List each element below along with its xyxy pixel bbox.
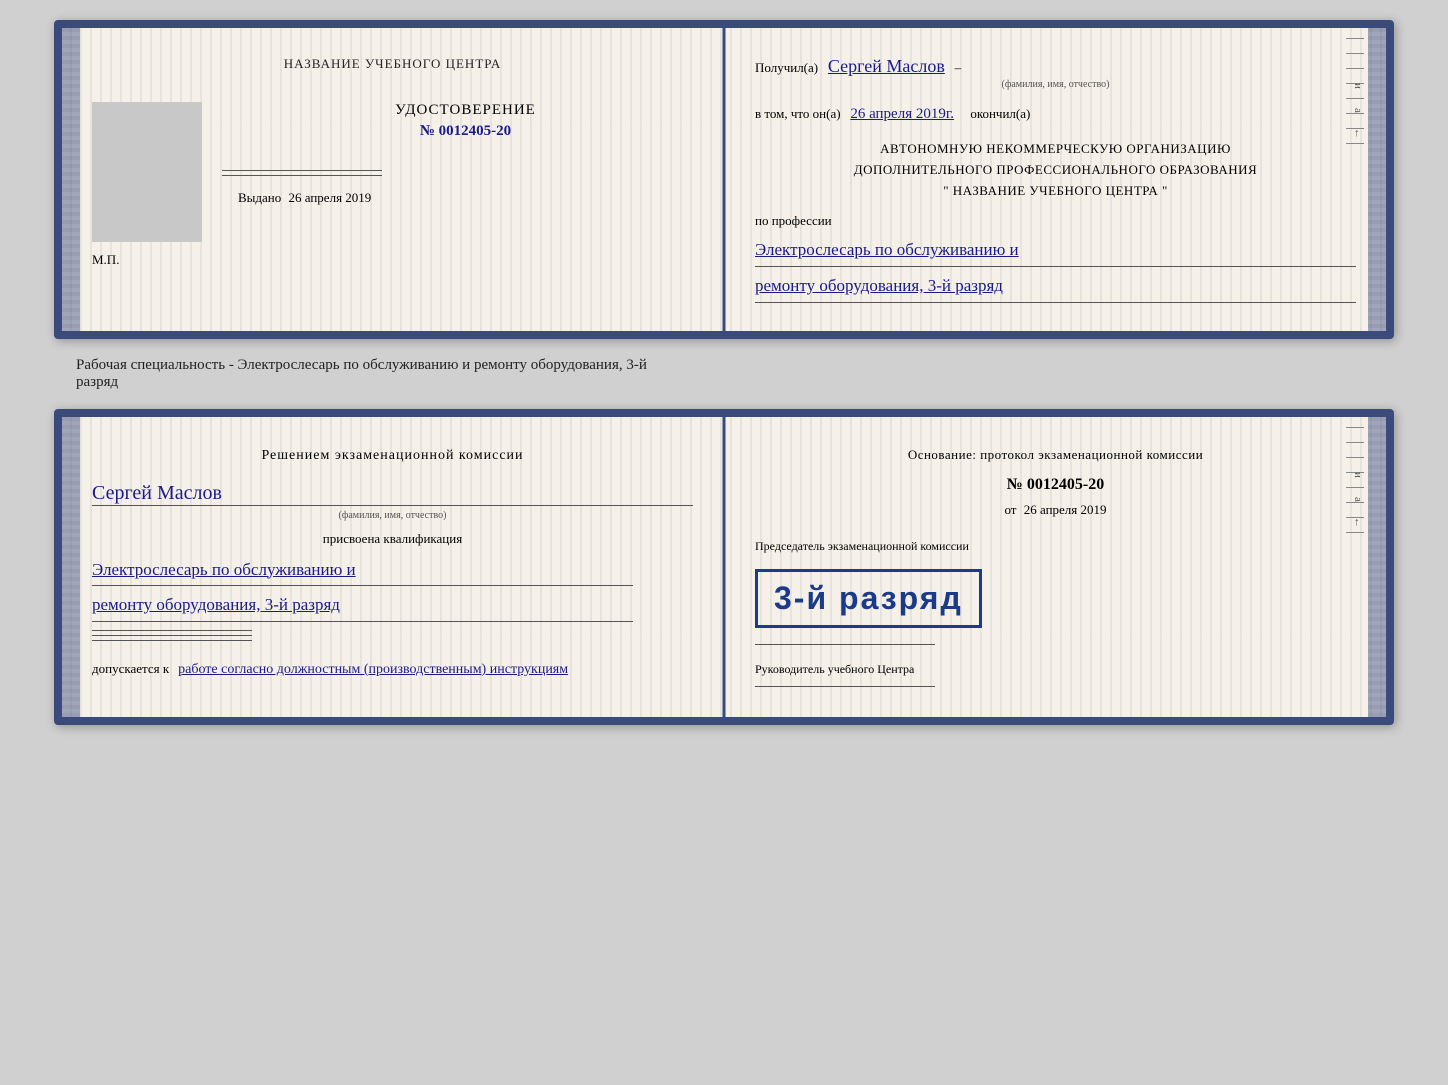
cert2-qualification-text2: ремонту оборудования, 3-й разряд	[92, 590, 693, 621]
cert2-protocol-number: № 0012405-20	[755, 476, 1356, 494]
right-stripe-1	[1368, 28, 1386, 331]
specialty-label-wrapper: Рабочая специальность - Электрослесарь п…	[20, 357, 647, 391]
cert1-profession-text2: ремонту оборудования, 3-й разряд	[755, 271, 1356, 302]
cert1-org-line2: ДОПОЛНИТЕЛЬНОГО ПРОФЕССИОНАЛЬНОГО ОБРАЗО…	[755, 160, 1356, 181]
photo-placeholder	[92, 102, 202, 242]
cert2-chairman-label: Председатель экзаменационной комиссии	[755, 538, 1356, 555]
side-text-и-2: и	[1352, 472, 1364, 478]
cert1-recipient-line: Получил(а) Сергей Маслов – (фамилия, имя…	[755, 56, 1356, 90]
cert1-org-block: АВТОНОМНУЮ НЕКОММЕРЧЕСКУЮ ОРГАНИЗАЦИЮ ДО…	[755, 139, 1356, 201]
cert1-left-panel: НАЗВАНИЕ УЧЕБНОГО ЦЕНТРА УДОСТОВЕРЕНИЕ №…	[62, 28, 723, 331]
cert1-school-title: НАЗВАНИЕ УЧЕБНОГО ЦЕНТРА	[92, 56, 693, 72]
cert1-recipient-name: Сергей Маслов	[828, 56, 945, 76]
cert1-profession-label: по профессии	[755, 213, 1356, 229]
cert2-stamp-box: 3-й разряд	[755, 569, 982, 628]
cert2-right-panel: Основание: протокол экзаменационной коми…	[723, 417, 1386, 717]
cert1-issued-line: Выдано 26 апреля 2019	[222, 190, 693, 206]
cert2-допуск-prefix: допускается к	[92, 661, 169, 676]
cert2-date-prefix: от	[1004, 502, 1016, 517]
cert2-допуск-text: работе согласно должностным (производств…	[178, 662, 568, 677]
cert1-received-label: Получил(а)	[755, 60, 818, 75]
cert2-fio-label: (фамилия, имя, отчество)	[92, 510, 693, 521]
cert1-doc-type: УДОСТОВЕРЕНИЕ	[222, 102, 693, 119]
cert1-fio-label: (фамилия, имя, отчество)	[755, 79, 1356, 90]
side-text-chevron-2: ←	[1352, 517, 1364, 528]
cert2-person-name: Сергей Маслов	[92, 482, 693, 506]
cert1-right-panel: Получил(а) Сергей Маслов – (фамилия, имя…	[723, 28, 1386, 331]
cert2-qualification-label: присвоена квалификация	[92, 531, 693, 547]
cert2-commission-title: Решением экзаменационной комиссии	[92, 445, 693, 466]
certificate-card-1: НАЗВАНИЕ УЧЕБНОГО ЦЕНТРА УДОСТОВЕРЕНИЕ №…	[54, 20, 1394, 339]
cert1-finished-label: окончил(а)	[970, 106, 1030, 121]
cert1-issued-label: Выдано	[238, 190, 281, 205]
cert1-org-line1: АВТОНОМНУЮ НЕКОММЕРЧЕСКУЮ ОРГАНИЗАЦИЮ	[755, 139, 1356, 160]
cert2-date: 26 апреля 2019	[1024, 502, 1107, 517]
specialty-label2: разряд	[76, 374, 647, 391]
cert2-qualification-text: Электрослесарь по обслуживанию и	[92, 555, 693, 586]
cert2-protocol-date: от 26 апреля 2019	[755, 502, 1356, 518]
cert2-left-panel: Решением экзаменационной комиссии Сергей…	[62, 417, 723, 717]
cert1-date-completed: 26 апреля 2019г.	[850, 106, 954, 122]
cert1-mp: М.П.	[92, 252, 693, 268]
cert2-допуск-line: допускается к работе согласно должностны…	[92, 661, 693, 678]
side-text-a-2: а	[1352, 497, 1364, 502]
side-text-и: и	[1352, 83, 1364, 89]
cert1-in-that-label: в том, что он(а)	[755, 106, 841, 121]
certificate-card-2: Решением экзаменационной комиссии Сергей…	[54, 409, 1394, 725]
cert1-org-line3: " НАЗВАНИЕ УЧЕБНОГО ЦЕНТРА "	[755, 181, 1356, 202]
side-text-chevron: ←	[1352, 128, 1364, 139]
cert1-date-line: в том, что он(а) 26 апреля 2019г. окончи…	[755, 106, 1356, 123]
specialty-label: Рабочая специальность - Электрослесарь п…	[76, 357, 647, 374]
cert1-doc-number: № 0012405-20	[222, 123, 693, 140]
cert2-stamp-text: 3-й разряд	[774, 580, 963, 616]
cert2-руков-label: Руководитель учебного Центра	[755, 661, 1356, 678]
right-stripe-2	[1368, 417, 1386, 717]
cert2-osnov-label: Основание: протокол экзаменационной коми…	[755, 445, 1356, 465]
cert1-profession-text: Электрослесарь по обслуживанию и	[755, 235, 1356, 266]
page-wrapper: НАЗВАНИЕ УЧЕБНОГО ЦЕНТРА УДОСТОВЕРЕНИЕ №…	[20, 20, 1428, 725]
side-text-a: а	[1352, 108, 1364, 113]
cert1-issued-date: 26 апреля 2019	[289, 190, 372, 205]
